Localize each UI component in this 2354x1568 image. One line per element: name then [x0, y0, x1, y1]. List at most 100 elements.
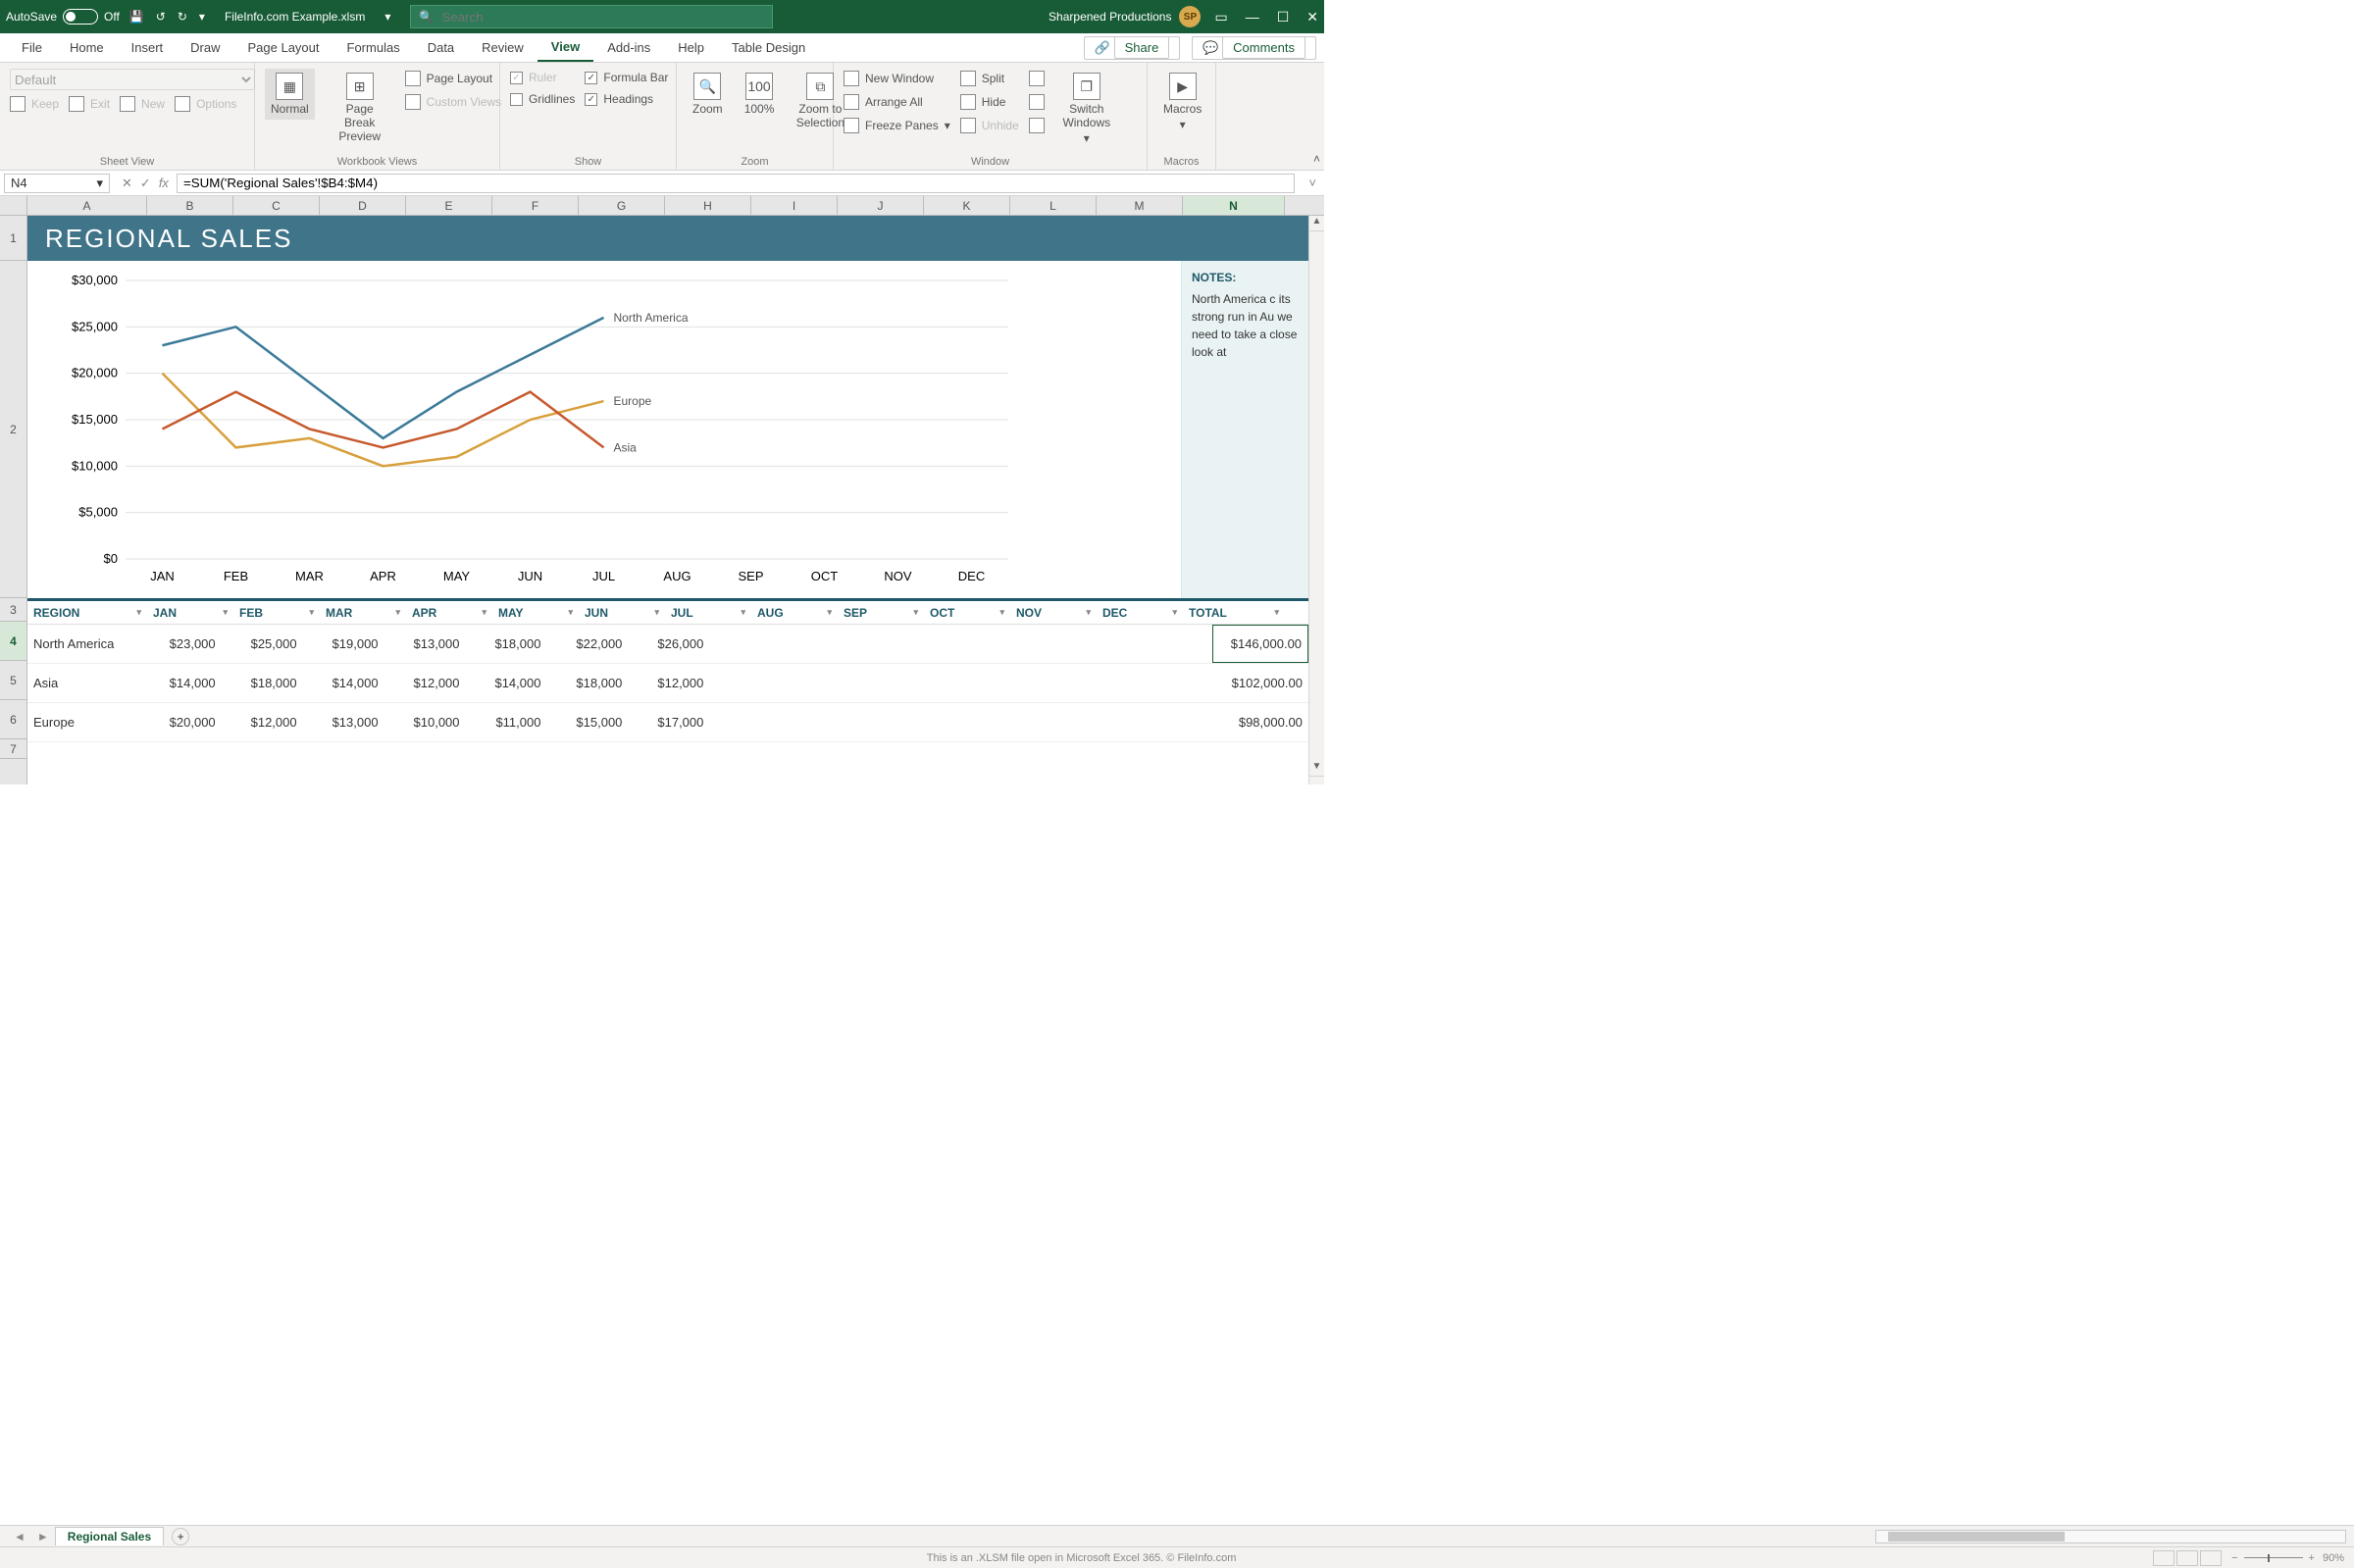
zoom-100-button[interactable]: 100100%: [739, 69, 781, 120]
gridlines-checkbox[interactable]: Gridlines: [510, 90, 575, 108]
cell-total[interactable]: $146,000.00: [1212, 625, 1308, 663]
close-icon[interactable]: ✕: [1306, 9, 1318, 25]
add-sheet-button[interactable]: +: [172, 1528, 189, 1545]
zoom-button[interactable]: 🔍Zoom: [687, 69, 729, 120]
arrange-all-button[interactable]: Arrange All: [844, 92, 950, 112]
ribbon-display-icon[interactable]: ▭: [1214, 9, 1227, 25]
cell-value[interactable]: [953, 664, 1035, 702]
chart[interactable]: $0$5,000$10,000$15,000$20,000$25,000$30,…: [27, 261, 1308, 598]
tab-home[interactable]: Home: [56, 34, 118, 61]
cell-value[interactable]: [709, 664, 791, 702]
cell-value[interactable]: $23,000: [140, 625, 222, 663]
split-button[interactable]: Split: [960, 69, 1019, 88]
cell-value[interactable]: [1035, 625, 1116, 663]
col-header-I[interactable]: I: [751, 196, 838, 215]
sheet-content[interactable]: REGIONAL SALES $0$5,000$10,000$15,000$20…: [27, 216, 1308, 784]
unhide-button[interactable]: Unhide: [960, 116, 1019, 135]
cell-value[interactable]: $14,000: [303, 664, 384, 702]
page-break-button[interactable]: ⊞Page Break Preview: [325, 69, 395, 147]
cell-region[interactable]: Europe: [27, 703, 140, 741]
view-side-icon[interactable]: [1029, 116, 1045, 135]
tab-data[interactable]: Data: [414, 34, 468, 61]
new-button[interactable]: New: [120, 94, 165, 114]
cell-value[interactable]: [709, 625, 791, 663]
search-input[interactable]: [441, 10, 764, 25]
cancel-formula-icon[interactable]: ✕: [122, 176, 132, 191]
cell-region[interactable]: North America: [27, 625, 140, 663]
row-header-7[interactable]: 7: [0, 739, 26, 759]
filter-dropdown-icon[interactable]: ▾: [223, 607, 228, 618]
tab-nav-left-icon[interactable]: ◄: [8, 1530, 31, 1543]
col-header-E[interactable]: E: [406, 196, 492, 215]
filter-dropdown-icon[interactable]: ▾: [309, 607, 314, 618]
cell-total[interactable]: $102,000.00: [1212, 664, 1308, 702]
table-header-nov[interactable]: NOV▾: [1010, 601, 1097, 624]
formula-input[interactable]: [177, 174, 1295, 193]
col-header-G[interactable]: G: [579, 196, 665, 215]
keep-button[interactable]: Keep: [10, 94, 59, 114]
table-header-mar[interactable]: MAR▾: [320, 601, 406, 624]
cell-value[interactable]: [1035, 703, 1116, 741]
cell-value[interactable]: $18,000: [222, 664, 303, 702]
cell-value[interactable]: $26,000: [628, 625, 709, 663]
custom-views-button[interactable]: Custom Views: [405, 92, 501, 112]
filter-dropdown-icon[interactable]: ▾: [1172, 607, 1177, 618]
tab-add-ins[interactable]: Add-ins: [593, 34, 664, 61]
row-header-3[interactable]: 3: [0, 598, 26, 622]
filename[interactable]: FileInfo.com Example.xlsm: [225, 10, 365, 24]
filter-dropdown-icon[interactable]: ▾: [395, 607, 400, 618]
row-header-2[interactable]: 2: [0, 261, 26, 598]
maximize-icon[interactable]: ☐: [1277, 9, 1290, 25]
table-header-aug[interactable]: AUG▾: [751, 601, 838, 624]
cell-value[interactable]: [872, 703, 953, 741]
row-header-5[interactable]: 5: [0, 661, 26, 700]
col-header-A[interactable]: A: [27, 196, 147, 215]
cell-value[interactable]: [709, 703, 791, 741]
formula-bar-checkbox[interactable]: ✓Formula Bar: [585, 69, 668, 86]
scroll-down-icon[interactable]: ▼: [1309, 761, 1324, 777]
filter-dropdown-icon[interactable]: ▾: [1274, 607, 1279, 618]
autosave-toggle[interactable]: AutoSave Off: [6, 9, 120, 25]
tab-formulas[interactable]: Formulas: [333, 34, 414, 61]
cell-value[interactable]: [1116, 703, 1212, 741]
tab-table-design[interactable]: Table Design: [718, 34, 819, 61]
zoom-out-icon[interactable]: −: [2231, 1552, 2237, 1564]
col-header-C[interactable]: C: [233, 196, 320, 215]
filter-dropdown-icon[interactable]: ▾: [741, 607, 745, 618]
filter-dropdown-icon[interactable]: ▾: [654, 607, 659, 618]
cell-value[interactable]: $14,000: [140, 664, 222, 702]
tab-insert[interactable]: Insert: [118, 34, 178, 61]
sync-scroll-icon[interactable]: [1029, 69, 1045, 88]
cell-value[interactable]: $12,000: [628, 664, 709, 702]
col-header-D[interactable]: D: [320, 196, 406, 215]
cell-value[interactable]: $22,000: [546, 625, 628, 663]
table-header-jun[interactable]: JUN▾: [579, 601, 665, 624]
filter-dropdown-icon[interactable]: ▾: [136, 607, 141, 618]
comments-button[interactable]: 💬 Comments: [1192, 36, 1316, 60]
row-header-6[interactable]: 6: [0, 700, 26, 739]
table-header-feb[interactable]: FEB▾: [233, 601, 320, 624]
qat-dropdown-icon[interactable]: ▾: [199, 10, 205, 24]
col-header-F[interactable]: F: [492, 196, 579, 215]
col-header-L[interactable]: L: [1010, 196, 1097, 215]
cell-value[interactable]: $13,000: [384, 625, 466, 663]
table-header-dec[interactable]: DEC▾: [1097, 601, 1183, 624]
page-break-view-icon[interactable]: [2200, 1550, 2222, 1566]
collapse-ribbon-icon[interactable]: ˄: [1313, 152, 1320, 166]
row-header-1[interactable]: 1: [0, 216, 26, 261]
tab-review[interactable]: Review: [468, 34, 537, 61]
sheet-view-default[interactable]: Default: [10, 69, 255, 90]
col-header-M[interactable]: M: [1097, 196, 1183, 215]
filter-dropdown-icon[interactable]: ▾: [1086, 607, 1091, 618]
col-header-B[interactable]: B: [147, 196, 233, 215]
share-button[interactable]: 🔗 Share: [1084, 36, 1181, 60]
account-area[interactable]: Sharpened Productions SP: [1049, 6, 1201, 27]
save-icon[interactable]: 💾: [129, 10, 144, 24]
cell-value[interactable]: $20,000: [140, 703, 222, 741]
filter-dropdown-icon[interactable]: ▾: [827, 607, 832, 618]
cell-value[interactable]: $18,000: [546, 664, 628, 702]
tab-file[interactable]: File: [8, 34, 56, 61]
minimize-icon[interactable]: —: [1246, 9, 1259, 25]
col-header-K[interactable]: K: [924, 196, 1010, 215]
table-header-region[interactable]: REGION▾: [27, 601, 147, 624]
